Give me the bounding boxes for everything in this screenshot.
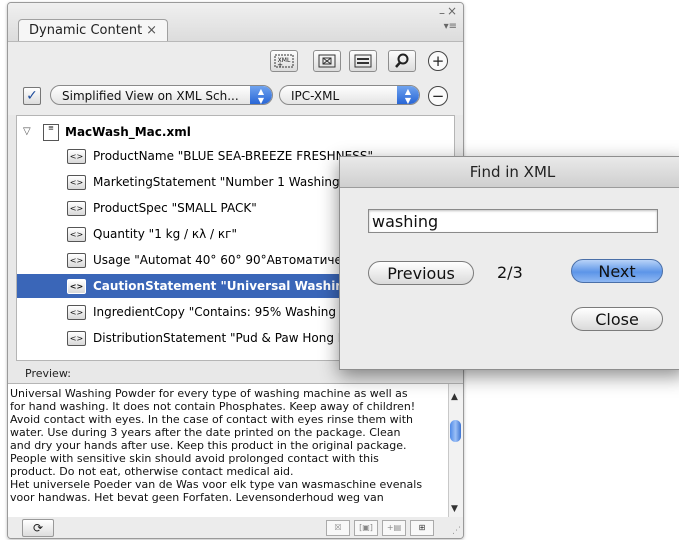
preview-line: product. Do not eat, otherwise contact m…: [10, 465, 294, 478]
xml-element-icon: <>: [67, 227, 86, 242]
find-in-xml-dialog: Find in XML washing Previous 2/3 Next Cl…: [339, 156, 679, 370]
structure-view-button[interactable]: [349, 50, 377, 72]
preview-label: Preview:: [25, 367, 71, 380]
place-content-button[interactable]: [313, 50, 341, 72]
filter-bar: ✓ Simplified View on XML Sch... ▲ ▼ IPC-X…: [8, 77, 463, 115]
snippet-icon[interactable]: ⊞: [410, 520, 434, 536]
preview-text: Universal Washing Powder for every type …: [10, 387, 448, 504]
xml-element-icon: <>: [67, 253, 86, 268]
dialog-title: Find in XML: [469, 163, 556, 181]
find-icon: [395, 53, 409, 68]
view-select-value: Simplified View on XML Sch...: [62, 89, 239, 103]
preview-scrollbar[interactable]: ▲ ▼: [448, 384, 463, 518]
toolbar: XML + +: [8, 41, 463, 78]
tree-element-label: Quantity "1 kg / кλ / кг": [93, 227, 237, 241]
xml-element-icon: <>: [67, 331, 86, 346]
search-input[interactable]: washing: [368, 209, 658, 233]
select-arrows-icon: ▲ ▼: [250, 86, 272, 104]
close-icon[interactable]: ×: [447, 4, 457, 18]
format-select[interactable]: IPC-XML ▲ ▼: [279, 85, 420, 105]
xml-element-icon: <>: [67, 305, 86, 320]
xml-document-icon: ≡: [43, 124, 59, 141]
select-arrows-icon: ▲ ▼: [397, 86, 419, 104]
panel-titlebar: Dynamic Content × – × ▾≡: [8, 3, 463, 42]
xml-element-icon: <>: [67, 279, 86, 294]
insert-xml-button[interactable]: XML +: [270, 50, 298, 72]
tab-close-icon[interactable]: ×: [146, 23, 157, 38]
resize-grip-icon[interactable]: ⋰: [452, 526, 461, 536]
minimize-icon[interactable]: –: [439, 6, 445, 20]
xml-element-icon: <>: [67, 201, 86, 216]
insert-element-icon[interactable]: +▤: [382, 520, 406, 536]
tag-frame-icon[interactable]: [▣]: [354, 520, 378, 536]
tree-root-row[interactable]: ▽ ≡ MacWash_Mac.xml: [17, 120, 454, 144]
preview-line: and dry your hands after use. Keep this …: [10, 439, 407, 452]
status-bar: ⟳ ☒ [▣] +▤ ⊞ ⋰: [8, 517, 463, 538]
dialog-titlebar[interactable]: Find in XML: [340, 157, 679, 188]
match-counter: 2/3: [497, 263, 523, 282]
preview-line: for hand washing. It does not contain Ph…: [10, 400, 416, 413]
close-button[interactable]: Close: [571, 307, 663, 331]
scroll-thumb[interactable]: [450, 420, 461, 442]
add-icon[interactable]: +: [428, 51, 448, 71]
disclosure-triangle-icon[interactable]: ▽: [23, 120, 31, 144]
tree-root-label: MacWash_Mac.xml: [65, 125, 191, 139]
structure-icon: [354, 54, 372, 68]
xml-element-icon: <>: [67, 149, 86, 164]
remove-icon[interactable]: −: [428, 86, 448, 106]
svg-text:+: +: [277, 61, 283, 68]
validate-icon[interactable]: ☒: [326, 520, 350, 536]
next-button[interactable]: Next: [571, 259, 663, 283]
tree-element-label: ProductName "BLUE SEA-BREEZE FRESHNESS": [93, 149, 373, 163]
tree-element-label: DistributionStatement "Pud & Paw Hong Ko…: [93, 331, 368, 345]
preview-line: Het universele Poeder van de Was voor el…: [10, 478, 423, 491]
scroll-up-arrow-icon[interactable]: ▲: [451, 392, 458, 402]
preview-pane[interactable]: Universal Washing Powder for every type …: [8, 383, 463, 519]
tree-element-label: ProductSpec "SMALL PACK": [93, 201, 257, 215]
place-content-icon: [318, 54, 336, 68]
preview-line: voor handwas. Het bevat geen Forfaten. L…: [10, 491, 384, 504]
scroll-down-arrow-icon[interactable]: ▼: [451, 504, 458, 514]
preview-line: Avoid contact with eyes. In the case of …: [10, 413, 413, 426]
preview-line: Universal Washing Powder for every type …: [10, 387, 408, 400]
tab-dynamic-content[interactable]: Dynamic Content ×: [18, 19, 169, 42]
xml-element-icon: <>: [67, 175, 86, 190]
tab-label: Dynamic Content: [29, 23, 143, 38]
preview-line: People with sensitive skin should avoid …: [10, 452, 379, 465]
view-select[interactable]: Simplified View on XML Sch... ▲ ▼: [50, 85, 273, 105]
enable-checkbox[interactable]: ✓: [23, 87, 41, 105]
insert-xml-icon: XML +: [274, 54, 294, 68]
previous-button[interactable]: Previous: [368, 261, 474, 285]
preview-line: water. Use during 3 years after the date…: [10, 426, 401, 439]
tree-element-label: Usage "Automat 40° 60° 90°Автоматическая: [93, 253, 371, 267]
format-select-value: IPC-XML: [291, 89, 340, 103]
find-button[interactable]: [388, 50, 416, 72]
sync-icon[interactable]: ⟳: [22, 519, 54, 537]
panel-menu-icon[interactable]: ▾≡: [444, 21, 457, 32]
